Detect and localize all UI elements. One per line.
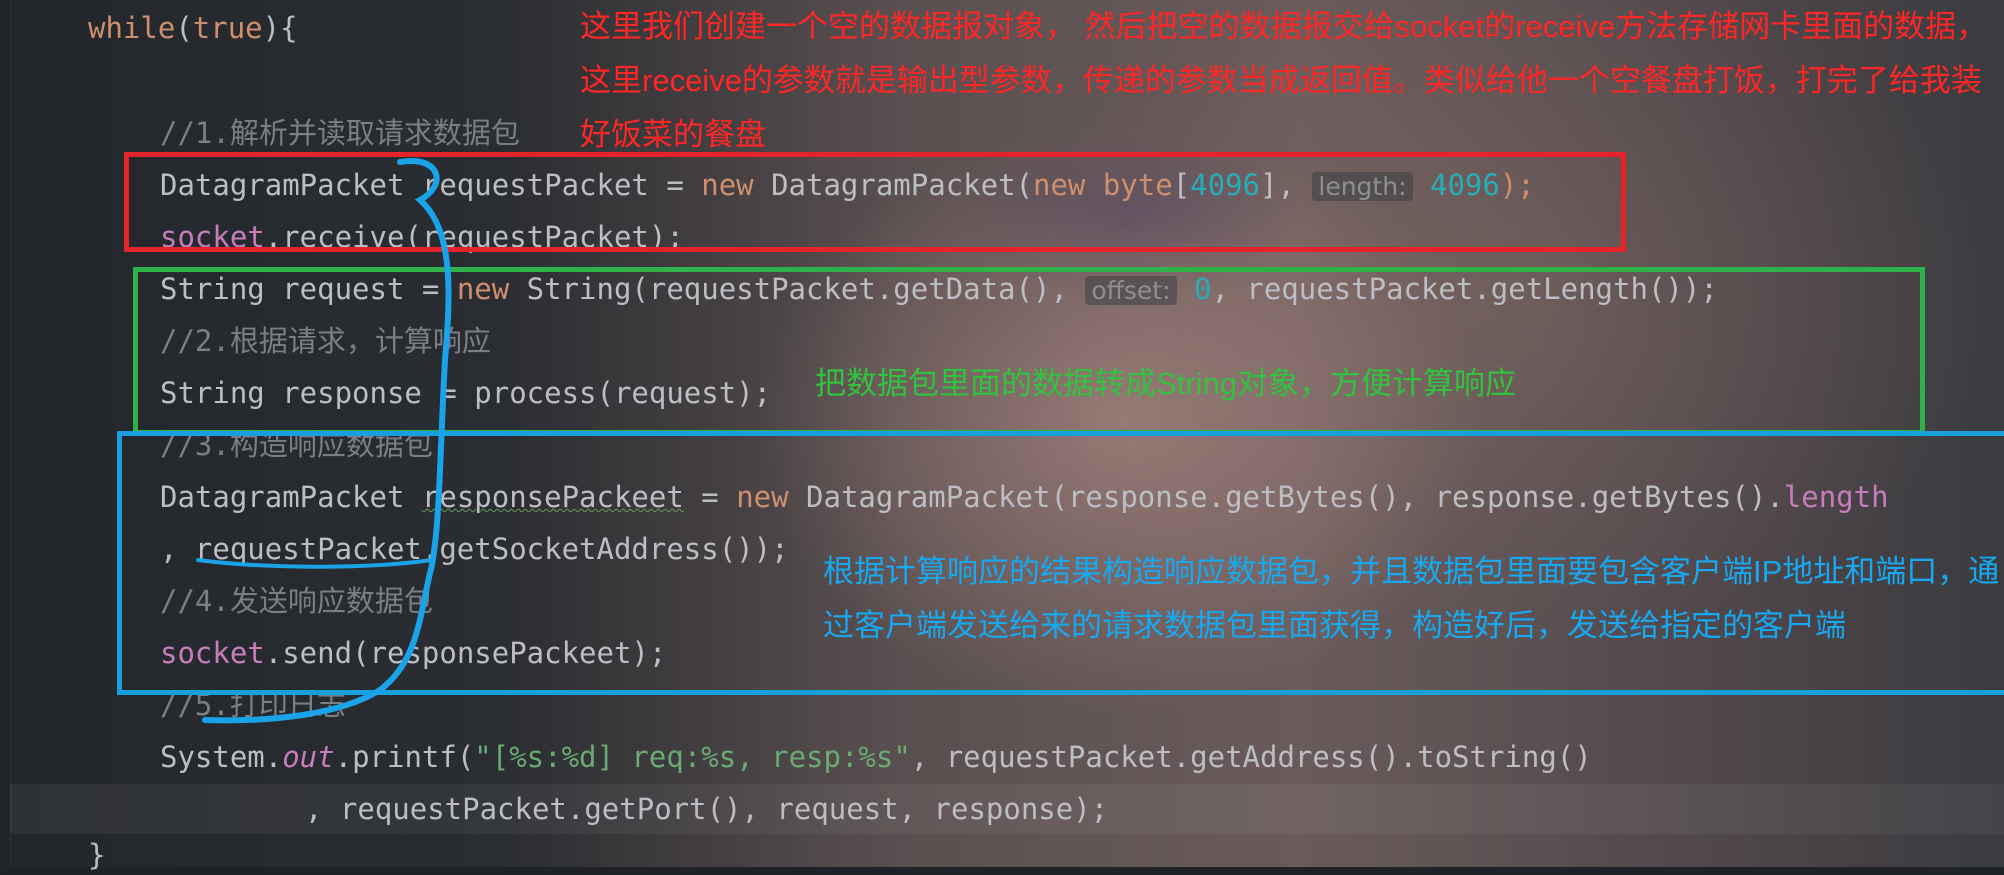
hand-drawn-arrow [196,157,452,724]
